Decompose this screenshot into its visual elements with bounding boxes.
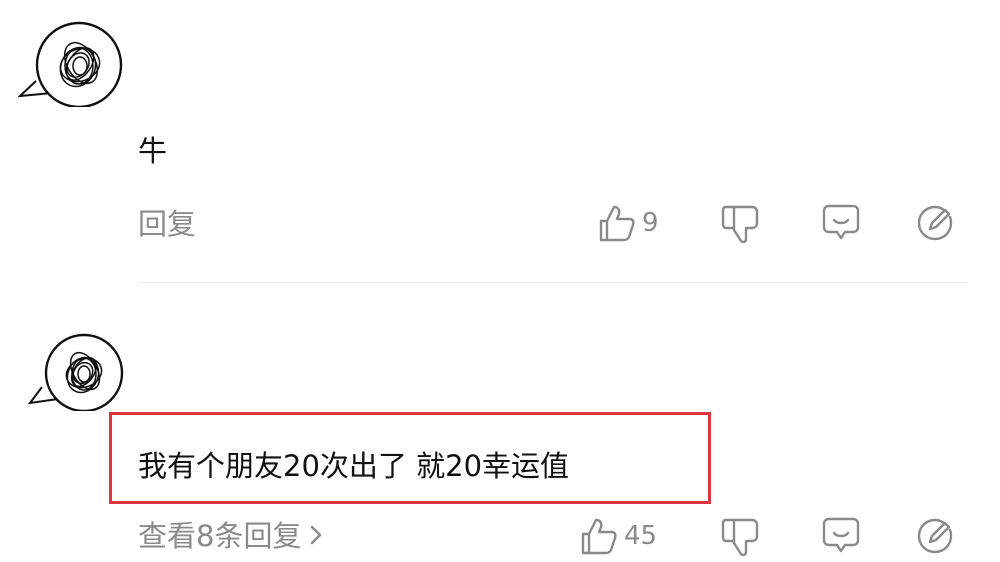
avatar-scribble-icon bbox=[28, 333, 124, 411]
divider bbox=[138, 282, 968, 283]
view-replies-label: 查看8条回复 bbox=[138, 519, 302, 553]
thumb-down-icon bbox=[721, 518, 759, 557]
like-count: 9 bbox=[642, 208, 659, 238]
edit-button[interactable] bbox=[915, 516, 957, 556]
edit-button[interactable] bbox=[915, 203, 957, 243]
edit-icon bbox=[917, 518, 953, 554]
dislike-button[interactable] bbox=[720, 203, 760, 245]
comment-text: 我有个朋友20次出了 就20幸运值 bbox=[138, 449, 570, 483]
avatar-scribble-icon bbox=[18, 21, 123, 107]
like-button[interactable]: 45 bbox=[580, 516, 657, 556]
thumb-up-icon bbox=[581, 518, 617, 555]
chevron-right-icon bbox=[309, 518, 323, 554]
edit-icon bbox=[917, 205, 953, 241]
view-replies-link[interactable]: 查看8条回复 bbox=[138, 518, 323, 554]
comment-button[interactable] bbox=[821, 203, 861, 241]
comment-text: 牛 bbox=[138, 134, 168, 168]
thumb-down-icon bbox=[721, 205, 759, 244]
reply-button[interactable]: 回复 bbox=[138, 206, 196, 242]
comment-button[interactable] bbox=[821, 516, 861, 554]
like-button[interactable]: 9 bbox=[598, 203, 659, 243]
avatar[interactable] bbox=[18, 17, 124, 107]
thumb-up-icon bbox=[599, 205, 635, 242]
like-count: 45 bbox=[624, 521, 658, 551]
dislike-button[interactable] bbox=[720, 516, 760, 558]
comment-icon bbox=[822, 204, 860, 240]
comment-icon bbox=[822, 517, 860, 553]
avatar[interactable] bbox=[28, 329, 124, 411]
